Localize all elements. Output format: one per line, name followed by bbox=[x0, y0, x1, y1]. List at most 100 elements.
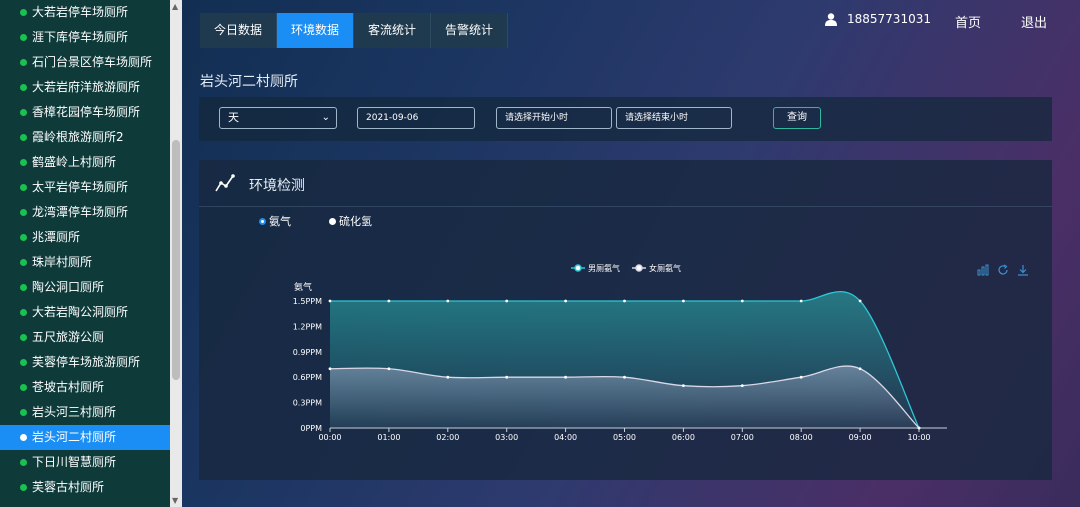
series-point bbox=[446, 375, 450, 379]
query-button[interactable]: 查询 bbox=[773, 107, 821, 129]
sidebar-item[interactable]: 下日川智慧厕所 bbox=[0, 450, 170, 475]
y-axis-title: 氨气 bbox=[294, 281, 312, 293]
tab-environment-data[interactable]: 环境数据 bbox=[277, 13, 355, 48]
sidebar-item[interactable]: 五尺旅游公厕 bbox=[0, 325, 170, 350]
sidebar-item[interactable]: 兆潭厕所 bbox=[0, 225, 170, 250]
series-point bbox=[328, 367, 332, 371]
logout-link[interactable]: 退出 bbox=[1021, 12, 1047, 31]
series-point bbox=[564, 299, 567, 303]
sidebar-item-label: 香樟花园停车场厕所 bbox=[32, 105, 141, 119]
sidebar-item[interactable]: 芙蓉古村厕所 bbox=[0, 475, 170, 500]
x-tick-label: 09:00 bbox=[849, 433, 872, 442]
status-dot-icon bbox=[20, 484, 27, 491]
sidebar-item-label: 芙蓉古村厕所 bbox=[32, 480, 105, 494]
sidebar-list: 大若岩停车场厕所涯下库停车场厕所 石门台景区停车场厕所大若岩府洋旅游厕所 香樟花园停… bbox=[0, 0, 170, 500]
scroll-down-icon[interactable]: ▼ bbox=[172, 496, 178, 505]
sidebar-item-label: 珠岸村厕所 bbox=[32, 255, 93, 269]
sidebar-item[interactable]: 鹤盛岭上村厕所 bbox=[0, 150, 170, 175]
status-dot-icon bbox=[20, 259, 27, 266]
status-dot-icon bbox=[20, 134, 27, 141]
sidebar-item[interactable]: 陶公洞口厕所 bbox=[0, 275, 170, 300]
end-hour-input[interactable]: 请选择结束小时 bbox=[616, 107, 732, 129]
series-point bbox=[387, 367, 391, 371]
tab-traffic-stats[interactable]: 客流统计 bbox=[354, 13, 432, 48]
date-input[interactable]: 2021-09-06 bbox=[357, 107, 475, 129]
status-dot-icon bbox=[20, 359, 27, 366]
sidebar-item-label: 大若岩停车场厕所 bbox=[32, 5, 129, 19]
x-tick-label: 10:00 bbox=[907, 433, 930, 442]
sidebar-item[interactable]: 香樟花园停车场厕所 bbox=[0, 100, 170, 125]
y-tick-label: 0PPM bbox=[300, 424, 322, 433]
sidebar-item[interactable]: 龙湾潭停车场厕所 bbox=[0, 200, 170, 225]
sidebar-item[interactable]: 大若岩停车场厕所 bbox=[0, 0, 170, 25]
x-tick-label: 01:00 bbox=[377, 433, 400, 442]
x-tick-label: 08:00 bbox=[790, 433, 813, 442]
x-tick-label: 06:00 bbox=[672, 433, 695, 442]
y-tick-label: 0.9PPM bbox=[293, 348, 322, 357]
status-dot-icon bbox=[20, 409, 27, 416]
y-tick-label: 0.3PPM bbox=[293, 399, 322, 408]
series-point bbox=[682, 384, 685, 388]
start-hour-input[interactable]: 请选择开始小时 bbox=[496, 107, 612, 129]
y-tick-label: 1.2PPM bbox=[293, 322, 322, 331]
sidebar-item-label: 五尺旅游公厕 bbox=[32, 330, 105, 344]
scrollbar-thumb[interactable] bbox=[172, 140, 180, 380]
legend-marker bbox=[635, 264, 643, 272]
status-dot-icon bbox=[20, 34, 27, 41]
series-point bbox=[564, 375, 567, 379]
sidebar-item-label: 大若岩府洋旅游厕所 bbox=[32, 80, 141, 94]
status-dot-icon bbox=[20, 334, 27, 341]
sidebar-item[interactable]: 石门台景区停车场厕所 bbox=[0, 50, 170, 75]
time-unit-select[interactable]: 天 ⌄ bbox=[219, 107, 337, 129]
sidebar-item[interactable]: 霞岭根旅游厕所2 bbox=[0, 125, 170, 150]
status-dot-icon bbox=[20, 234, 27, 241]
user-icon bbox=[825, 12, 837, 26]
sidebar-item[interactable]: 芙蓉停车场旅游厕所 bbox=[0, 350, 170, 375]
filter-bar: 天 ⌄ 2021-09-06 请选择开始小时 请选择结束小时 查询 bbox=[199, 97, 1052, 141]
x-tick-label: 02:00 bbox=[436, 433, 459, 442]
y-tick-label: 1.5PPM bbox=[293, 297, 322, 306]
tab-alarm-stats[interactable]: 告警统计 bbox=[431, 13, 509, 48]
series-point bbox=[917, 426, 921, 430]
status-dot-icon bbox=[20, 84, 27, 91]
sidebar-item[interactable]: 太平岩停车场厕所 bbox=[0, 175, 170, 200]
sidebar-item[interactable]: 岩头河三村厕所 bbox=[0, 400, 170, 425]
sidebar-item[interactable]: 大若岩府洋旅游厕所 bbox=[0, 75, 170, 100]
sidebar-item-label: 岩头河三村厕所 bbox=[32, 405, 117, 419]
sidebar-item[interactable]: 涯下库停车场厕所 bbox=[0, 25, 170, 50]
series-point bbox=[799, 299, 803, 303]
sidebar: 大若岩停车场厕所涯下库停车场厕所 石门台景区停车场厕所大若岩府洋旅游厕所 香樟花园停… bbox=[0, 0, 170, 507]
legend-label: 女厕氨气 bbox=[649, 263, 681, 273]
chevron-down-icon: ⌄ bbox=[321, 112, 330, 123]
status-dot-icon bbox=[20, 159, 27, 166]
sidebar-item[interactable]: 岩头河二村厕所 bbox=[0, 425, 170, 450]
sidebar-item-label: 下日川智慧厕所 bbox=[32, 455, 117, 469]
series-point bbox=[858, 367, 862, 371]
tab-today-data[interactable]: 今日数据 bbox=[200, 13, 278, 48]
x-tick-label: 00:00 bbox=[318, 433, 341, 442]
environment-panel: 环境检测 氨气 硫化氢 氨气 0PPM 0.3PPM 0.6PPM 0.9PPM 1.2P… bbox=[199, 160, 1052, 480]
series-point bbox=[623, 299, 626, 303]
x-tick-label: 04:00 bbox=[554, 433, 577, 442]
tab-bar: 今日数据 环境数据 客流统计 告警统计 bbox=[200, 13, 509, 48]
sidebar-item-label: 陶公洞口厕所 bbox=[32, 280, 105, 294]
series-point bbox=[505, 299, 509, 303]
status-dot-icon bbox=[20, 209, 27, 216]
series-point bbox=[740, 299, 744, 303]
time-unit-value: 天 bbox=[228, 111, 239, 124]
status-dot-icon bbox=[20, 309, 27, 316]
status-dot-icon bbox=[20, 459, 27, 466]
series-point bbox=[682, 299, 685, 303]
sidebar-item[interactable]: 大若岩陶公洞厕所 bbox=[0, 300, 170, 325]
sidebar-item-label: 太平岩停车场厕所 bbox=[32, 180, 129, 194]
series-point bbox=[740, 384, 744, 388]
x-tick-label: 07:00 bbox=[731, 433, 754, 442]
home-link[interactable]: 首页 bbox=[955, 12, 981, 31]
sidebar-item[interactable]: 珠岸村厕所 bbox=[0, 250, 170, 275]
status-dot-icon bbox=[20, 109, 27, 116]
sidebar-scrollbar[interactable]: ▲ ▼ bbox=[170, 0, 182, 507]
sidebar-item-label: 鹤盛岭上村厕所 bbox=[32, 155, 117, 169]
x-tick-label: 05:00 bbox=[613, 433, 636, 442]
scroll-up-icon[interactable]: ▲ bbox=[172, 2, 178, 11]
sidebar-item[interactable]: 苍坡古村厕所 bbox=[0, 375, 170, 400]
